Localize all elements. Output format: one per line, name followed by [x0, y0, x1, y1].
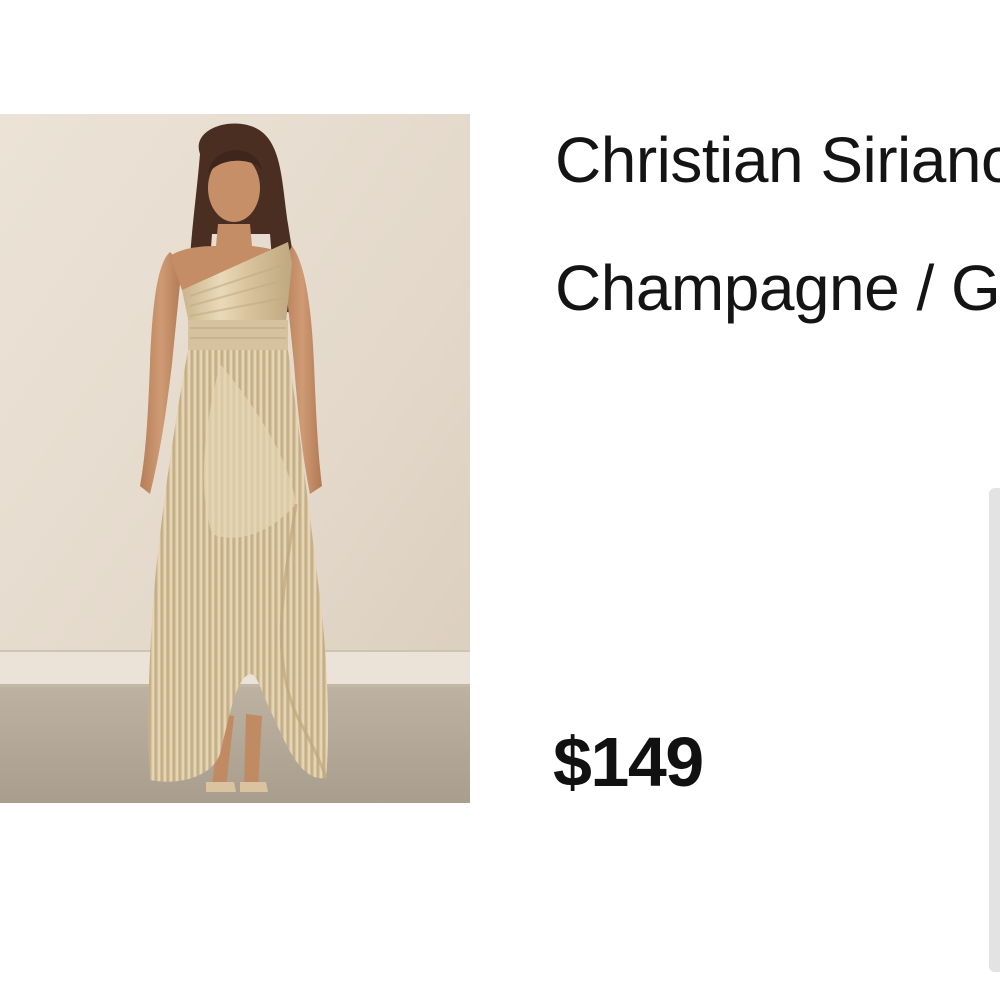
- product-title[interactable]: Christian Siriano: [555, 122, 1000, 198]
- product-page: Christian Siriano Champagne / Gold $149: [0, 0, 1000, 1000]
- product-color: Champagne / Gold: [555, 252, 1000, 324]
- dress-photo: [0, 114, 470, 803]
- edge-scrollbar[interactable]: [989, 488, 1000, 972]
- product-image[interactable]: [0, 114, 470, 803]
- product-price: $149: [553, 723, 704, 801]
